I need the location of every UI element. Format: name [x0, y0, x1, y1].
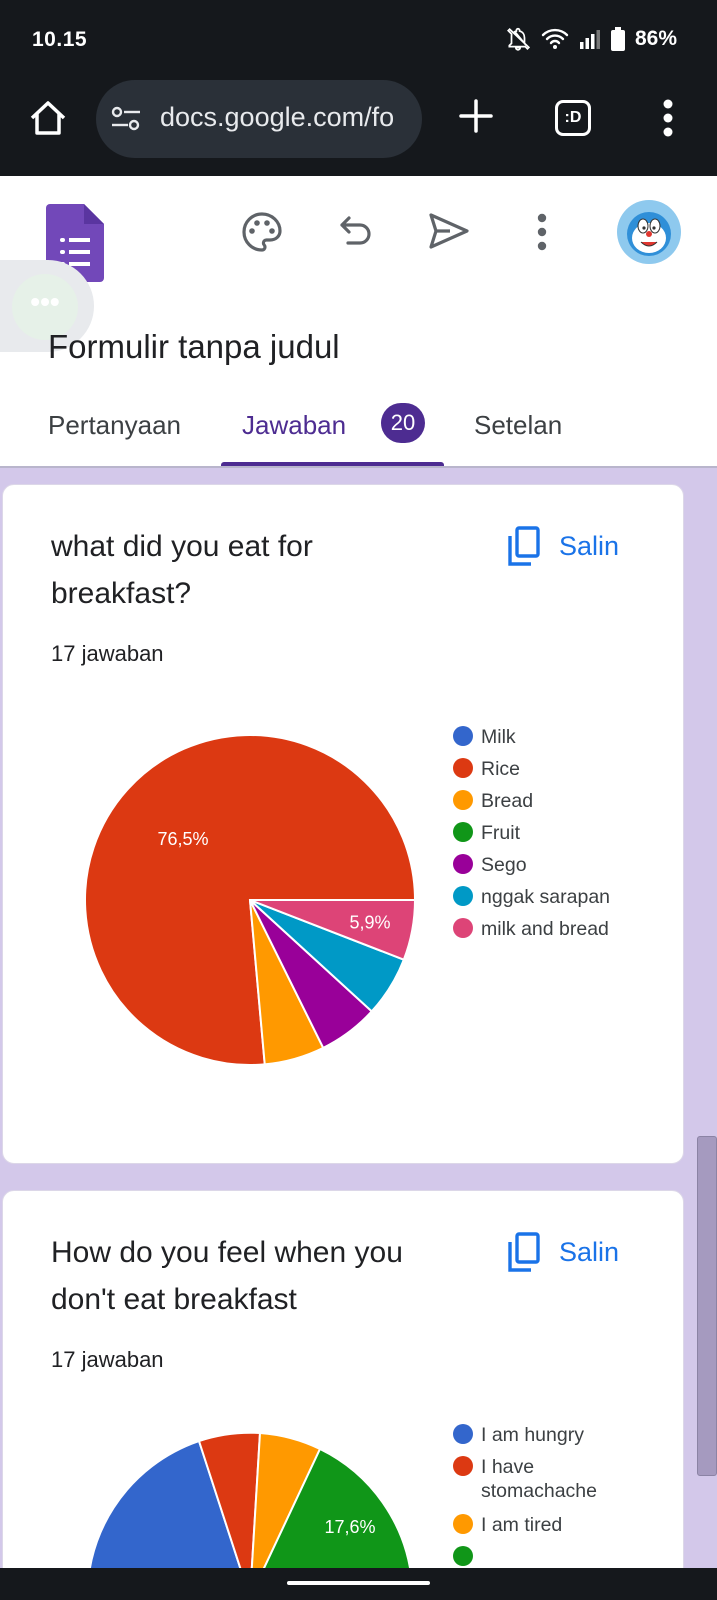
legend-item: Milk [453, 725, 621, 757]
status-time: 10.15 [32, 28, 88, 51]
legend-label: milk and bread [481, 918, 609, 940]
battery-icon [610, 27, 625, 51]
legend-item: Bread [453, 789, 621, 821]
legend-label: Sego [481, 854, 527, 876]
legend-item: I am hungry [453, 1423, 621, 1455]
legend-label: Rice [481, 758, 521, 780]
signal-icon [579, 30, 600, 49]
tab-responses[interactable]: Jawaban [242, 410, 346, 441]
legend-item: I am tired [453, 1513, 621, 1545]
pie-chart: 76,5% 5,9% [84, 734, 417, 1066]
status-icons: 86% [505, 26, 677, 52]
form-title[interactable]: Formulir tanpa judul [48, 328, 340, 366]
copy-chart-button[interactable]: Salin [507, 525, 619, 567]
response-count: 17 jawaban [51, 1347, 164, 1372]
tab-settings[interactable]: Setelan [474, 410, 562, 441]
legend-swatch [453, 726, 473, 746]
legend-item: milk and bread [453, 917, 621, 949]
status-bar: 10.15 86% [0, 0, 717, 80]
chart-legend: Milk Rice Bread Fruit Sego nggak sarapan milk … [453, 725, 621, 949]
response-count: 17 jawaban [51, 641, 164, 666]
legend-swatch [453, 822, 473, 842]
response-summary-card: How do you feel when you don't eat break… [2, 1190, 684, 1600]
legend-swatch [453, 886, 473, 906]
home-icon[interactable] [28, 98, 68, 138]
legend-item: I have stomachache [453, 1455, 621, 1513]
avatar[interactable] [617, 200, 681, 264]
scrollbar[interactable] [697, 1136, 717, 1476]
send-icon[interactable] [428, 212, 470, 250]
palette-icon[interactable] [240, 210, 284, 254]
battery-percent: 86% [634, 27, 677, 50]
wifi-icon [541, 28, 569, 49]
response-summary-card: what did you eat for breakfast? Salin 17… [2, 484, 684, 1164]
copy-icon [508, 1232, 540, 1272]
question-title: what did you eat for breakfast? [51, 530, 313, 610]
pie-slice-label: 17,6% [324, 1517, 375, 1537]
header-divider [0, 466, 717, 468]
bell-off-icon [506, 27, 531, 51]
more-vert-icon[interactable] [662, 98, 674, 138]
browser-toolbar: docs.google.com/fo :D [0, 80, 717, 176]
copy-label: Salin [559, 530, 620, 561]
avatar-image-icon [627, 212, 671, 256]
site-settings-icon[interactable] [110, 106, 142, 132]
home-gesture-handle[interactable] [287, 1581, 430, 1585]
pie-slice-label: 76,5% [158, 829, 209, 849]
url-text[interactable]: docs.google.com/fo [160, 102, 412, 133]
legend-item: Rice [453, 757, 621, 789]
pie-chart: 17,6% [86, 1431, 414, 1583]
address-bar[interactable]: docs.google.com/fo [96, 80, 422, 158]
question-title: How do you feel when you don't eat break… [51, 1236, 403, 1316]
pie-slice-label: 5,9% [349, 912, 390, 932]
tab-switcher-button[interactable]: :D [555, 100, 591, 136]
legend-label: Milk [481, 726, 516, 748]
legend-swatch [453, 854, 473, 874]
copy-label: Salin [559, 1236, 620, 1267]
new-tab-icon[interactable] [456, 96, 496, 136]
legend-swatch [453, 918, 473, 938]
gesture-nav-bar [0, 1568, 717, 1600]
copy-chart-button[interactable]: Salin [507, 1231, 619, 1273]
more-options-icon[interactable] [536, 212, 548, 252]
legend-swatch [453, 790, 473, 810]
legend-swatch [453, 758, 473, 778]
forms-header: ••• Formulir tanpa judul Pertanyaan Jawa… [0, 176, 717, 468]
tab-questions[interactable]: Pertanyaan [48, 410, 181, 441]
legend-label: Fruit [481, 822, 520, 844]
legend-item: Fruit [453, 821, 621, 853]
responses-count-badge: 20 [381, 403, 425, 443]
legend-item: nggak sarapan [453, 885, 621, 917]
chart-legend: I am hungry I have stomachache I am tire… [453, 1423, 621, 1577]
legend-label: nggak sarapan [481, 886, 611, 908]
undo-icon[interactable] [338, 214, 374, 250]
legend-label: Bread [481, 790, 534, 812]
copy-icon [508, 526, 540, 566]
legend-item: Sego [453, 853, 621, 885]
